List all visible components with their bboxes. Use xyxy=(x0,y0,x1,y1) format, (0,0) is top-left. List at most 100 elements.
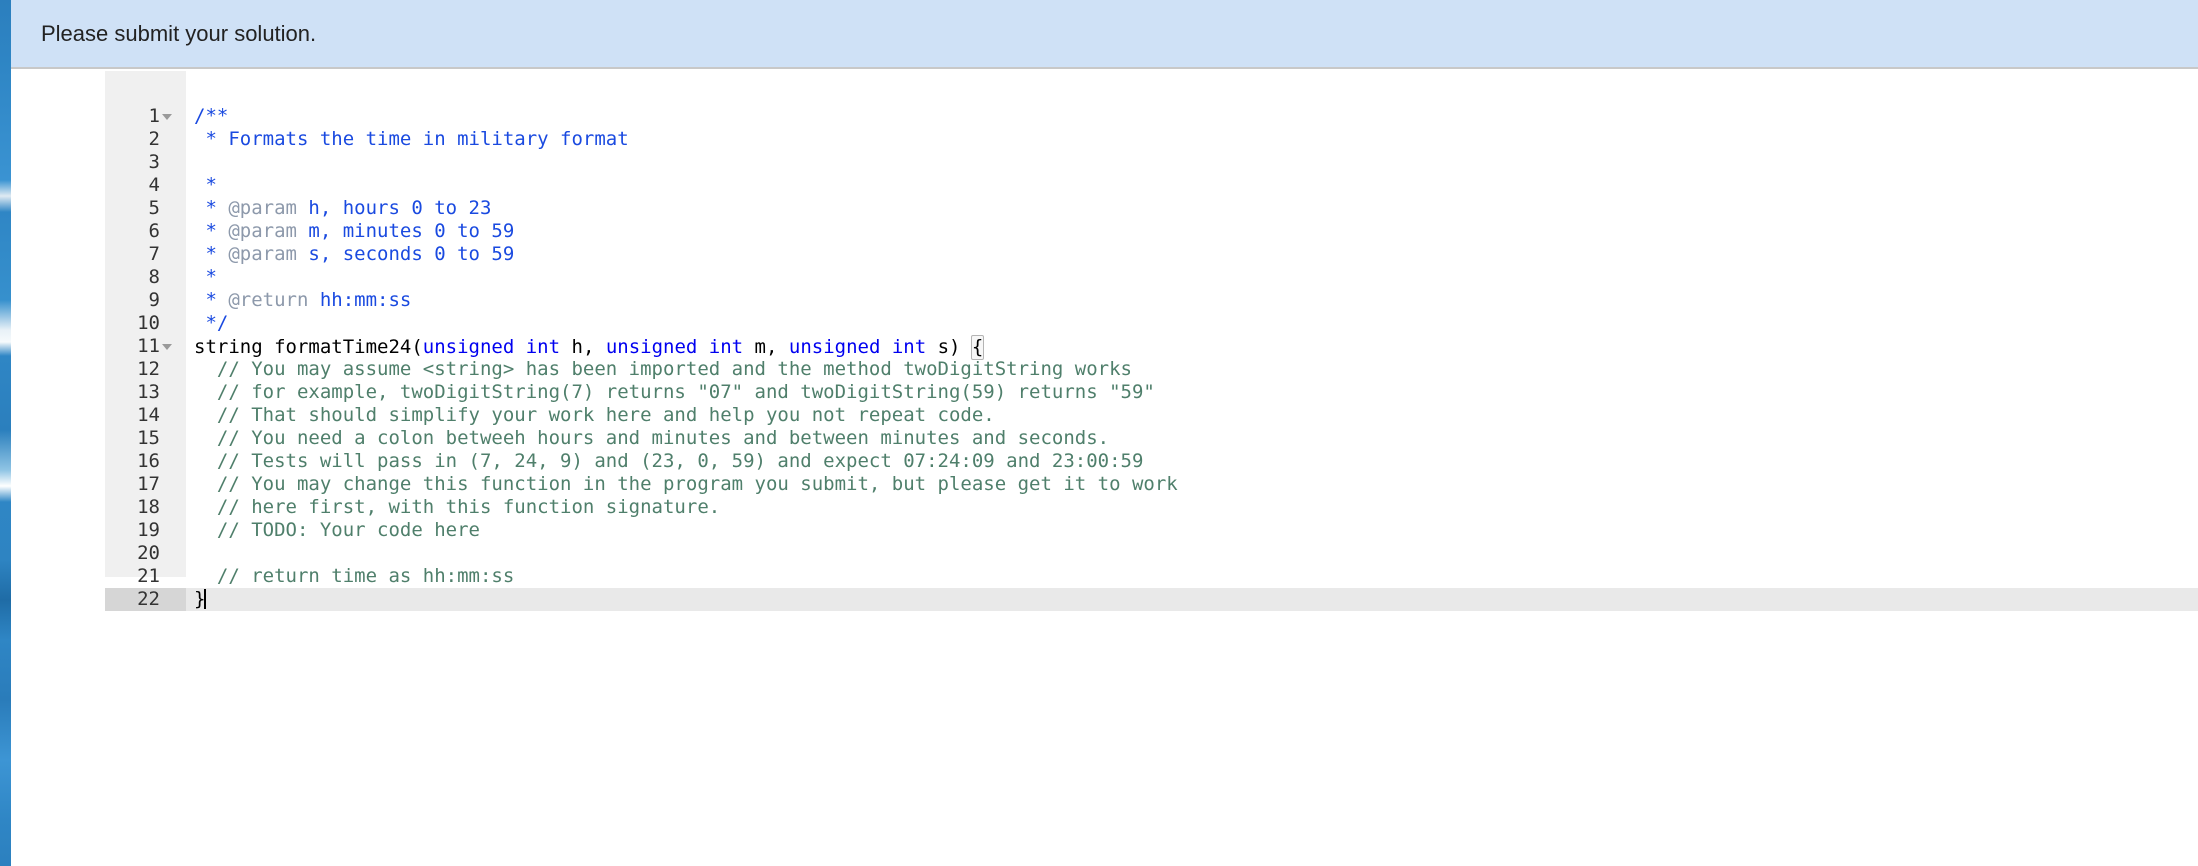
line-content[interactable]: // here first, with this function signat… xyxy=(186,496,2198,519)
code-line[interactable]: 4 * xyxy=(11,174,2198,197)
line-content[interactable]: // You need a colon betweeh hours and mi… xyxy=(186,427,2198,450)
line-number: 19 xyxy=(137,519,160,541)
line-number: 17 xyxy=(137,473,160,495)
code-line[interactable]: 1 /** xyxy=(11,105,2198,128)
text-cursor xyxy=(204,589,207,609)
line-content[interactable]: // TODO: Your code here xyxy=(186,519,2198,542)
code-line[interactable]: 14 // That should simplify your work her… xyxy=(11,404,2198,427)
line-content[interactable]: * @param m, minutes 0 to 59 xyxy=(186,220,2198,243)
line-content[interactable] xyxy=(186,151,2198,174)
instruction-message: Please submit your solution. xyxy=(41,21,317,46)
code-token-cmt: // for example, twoDigitString(7) return… xyxy=(194,381,1155,403)
code-line[interactable]: 15 // You need a colon betweeh hours and… xyxy=(11,427,2198,450)
line-content[interactable]: /** xyxy=(186,105,2198,128)
line-number: 13 xyxy=(137,381,160,403)
line-number: 3 xyxy=(148,151,160,173)
code-line[interactable]: 2 * Formats the time in military format xyxy=(11,128,2198,151)
code-line[interactable]: 5 * @param h, hours 0 to 23 xyxy=(11,197,2198,220)
code-line[interactable]: 11 string formatTime24( unsigned int h, un… xyxy=(11,335,2198,360)
code-token-doc: */ xyxy=(194,312,229,334)
code-token-cmt: // here first, with this function signat… xyxy=(194,496,721,518)
code-line[interactable]: 18 // here first, with this function sig… xyxy=(11,496,2198,519)
code-token-plain: h, xyxy=(560,336,606,358)
line-number: 4 xyxy=(148,174,160,196)
code-token-cmt: // You may change this function in the p… xyxy=(194,473,1178,495)
line-content[interactable]: } xyxy=(186,588,2198,611)
left-edge-panel xyxy=(0,0,11,866)
line-number: 5 xyxy=(148,197,160,219)
code-token-tag: @return xyxy=(228,289,309,311)
code-line[interactable]: 8 * xyxy=(11,266,2198,289)
code-line[interactable]: 12 // You may assume <string> has been i… xyxy=(11,358,2198,381)
line-content[interactable] xyxy=(186,542,2198,565)
line-content[interactable]: * @param s, seconds 0 to 59 xyxy=(186,243,2198,266)
line-content[interactable]: string formatTime24( unsigned int h, unsi… xyxy=(186,335,2198,360)
line-number: 14 xyxy=(137,404,160,426)
line-content[interactable]: * @return hh:mm:ss xyxy=(186,289,2198,312)
line-number: 12 xyxy=(137,358,160,380)
code-line[interactable]: 20 xyxy=(11,542,2198,565)
line-content[interactable]: */ xyxy=(186,312,2198,335)
line-number: 22 xyxy=(105,588,186,611)
chevron-down-icon[interactable] xyxy=(162,344,172,350)
line-content[interactable]: // for example, twoDigitString(7) return… xyxy=(186,381,2198,404)
line-content[interactable]: // You may change this function in the p… xyxy=(186,473,2198,496)
code-token-kw: unsigned int xyxy=(788,336,927,358)
code-line[interactable]: 17 // You may change this function in th… xyxy=(11,473,2198,496)
code-token-doc: * xyxy=(194,174,217,196)
code-token-cmt: // return time as hh:mm:ss xyxy=(194,565,515,587)
code-line[interactable]: 16 // Tests will pass in (7, 24, 9) and … xyxy=(11,450,2198,473)
code-token-cmt: // That should simplify your work here a… xyxy=(194,404,995,426)
code-token-plain: string formatTime24( xyxy=(194,336,423,358)
code-token-cmt: // Tests will pass in (7, 24, 9) and (23… xyxy=(194,450,1144,472)
code-line[interactable]: 22} xyxy=(11,588,2198,611)
code-line[interactable]: 19 // TODO: Your code here xyxy=(11,519,2198,542)
line-number: 16 xyxy=(137,450,160,472)
line-number: 15 xyxy=(137,427,160,449)
code-token-doc: * xyxy=(194,243,229,265)
code-line[interactable]: 7 * @param s, seconds 0 to 59 xyxy=(11,243,2198,266)
line-number: 2 xyxy=(148,128,160,150)
line-content[interactable]: // That should simplify your work here a… xyxy=(186,404,2198,427)
line-content[interactable]: // You may assume <string> has been impo… xyxy=(186,358,2198,381)
app-root: Please submit your solution. 1/** 2 * For… xyxy=(0,0,2198,866)
line-number: 1 xyxy=(148,105,160,127)
code-token-cmt: // You may assume <string> has been impo… xyxy=(194,358,1132,380)
code-token-doc: m, minutes 0 to 59 xyxy=(296,220,515,242)
line-number: 18 xyxy=(137,496,160,518)
line-number: 20 xyxy=(137,542,160,564)
code-token-tag: @param xyxy=(228,220,297,242)
code-line[interactable]: 10 */ xyxy=(11,312,2198,335)
code-token-doc: /** xyxy=(194,105,229,127)
code-line[interactable]: 6 * @param m, minutes 0 to 59 xyxy=(11,220,2198,243)
code-token-kw: unsigned int xyxy=(605,336,744,358)
code-line[interactable]: 3 xyxy=(11,151,2198,174)
code-token-doc: * xyxy=(194,220,229,242)
code-token-tag: @param xyxy=(228,197,297,219)
code-token-cmt: // You need a colon betweeh hours and mi… xyxy=(194,427,1110,449)
line-content[interactable]: // Tests will pass in (7, 24, 9) and (23… xyxy=(186,450,2198,473)
code-token-doc: * xyxy=(194,289,229,311)
code-line[interactable]: 21 // return time as hh:mm:ss xyxy=(11,565,2198,588)
code-token-plain: m, xyxy=(743,336,789,358)
code-surface[interactable]: 1/** 2 * Formats the time in military for… xyxy=(11,105,2198,866)
code-token-tag: @param xyxy=(228,243,297,265)
code-editor[interactable]: 1/** 2 * Formats the time in military for… xyxy=(11,71,2198,866)
line-content[interactable]: // return time as hh:mm:ss xyxy=(186,565,2198,588)
line-number: 6 xyxy=(148,220,160,242)
code-line[interactable]: 13 // for example, twoDigitString(7) ret… xyxy=(11,381,2198,404)
line-content[interactable]: * xyxy=(186,174,2198,197)
matching-brace: { xyxy=(970,335,985,360)
line-content[interactable]: * @param h, hours 0 to 23 xyxy=(186,197,2198,220)
code-line[interactable]: 9 * @return hh:mm:ss xyxy=(11,289,2198,312)
line-content[interactable]: * xyxy=(186,266,2198,289)
code-token-cmt: // TODO: Your code here xyxy=(194,519,480,541)
code-token-doc: * xyxy=(194,197,229,219)
code-token-doc: h, hours 0 to 23 xyxy=(296,197,492,219)
line-number: 11 xyxy=(137,335,160,357)
instruction-banner: Please submit your solution. xyxy=(11,0,2198,69)
line-content[interactable]: * Formats the time in military format xyxy=(186,128,2198,151)
code-token-doc: hh:mm:ss xyxy=(308,289,412,311)
code-token-plain: s) xyxy=(926,336,972,358)
chevron-down-icon[interactable] xyxy=(162,114,172,120)
